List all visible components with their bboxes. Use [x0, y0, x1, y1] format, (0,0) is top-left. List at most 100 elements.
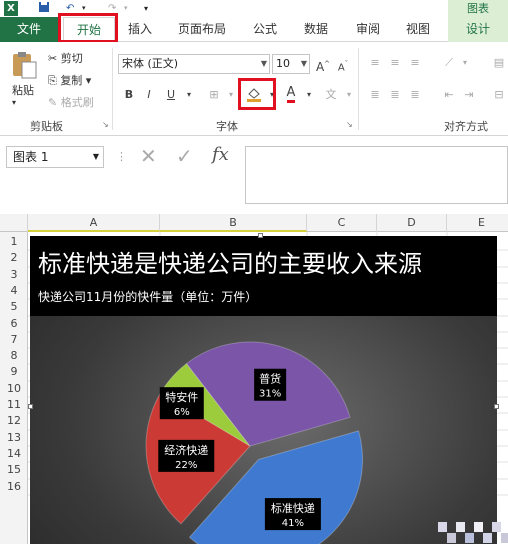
- tab-home[interactable]: 开始: [63, 17, 115, 42]
- row-header[interactable]: 14: [0, 446, 28, 462]
- undo-icon[interactable]: ↶: [66, 1, 78, 16]
- align-middle-icon[interactable]: ≡: [386, 54, 404, 72]
- name-box[interactable]: 图表 1 ▼: [6, 146, 104, 168]
- tab-review[interactable]: 审阅: [348, 17, 388, 42]
- undo-dropdown-icon[interactable]: ▾: [82, 1, 90, 16]
- phonetic-dropdown-icon[interactable]: ▾: [340, 86, 358, 104]
- chevron-down-icon: ▼: [92, 152, 99, 161]
- pie-chart[interactable]: 标准快递是快递公司的主要收入来源 快递公司11月份的快件量（单位：万件） 标准快…: [30, 236, 497, 544]
- resize-handle[interactable]: [28, 404, 33, 409]
- ribbon: 粘贴 ▾ ✂ 剪切 ⎘ 复制 ▾ ✎ 格式刷 剪贴板 ↘ 宋体 (正文) ▼ 10…: [0, 42, 508, 136]
- row-header[interactable]: 15: [0, 462, 28, 478]
- select-all-button[interactable]: [0, 214, 28, 232]
- cancel-icon[interactable]: ✕: [140, 144, 157, 168]
- orientation-dropdown-icon[interactable]: ▾: [456, 54, 474, 72]
- font-launcher-icon[interactable]: ↘: [346, 120, 353, 129]
- data-label-category: 经济快递: [164, 443, 208, 457]
- increase-font-size-icon[interactable]: A^: [314, 55, 332, 74]
- artifact-block: [483, 533, 492, 543]
- column-header[interactable]: B: [160, 214, 307, 232]
- tab-file[interactable]: 文件: [0, 17, 58, 42]
- paste-button[interactable]: 粘贴: [12, 82, 34, 98]
- column-header[interactable]: C: [307, 214, 377, 232]
- format-painter-button[interactable]: ✎ 格式刷: [48, 94, 94, 110]
- align-bottom-icon[interactable]: ≡: [406, 54, 424, 72]
- redo-dropdown-icon[interactable]: ▾: [124, 1, 132, 16]
- tab-view[interactable]: 视图: [398, 17, 438, 42]
- row-header[interactable]: 16: [0, 479, 28, 495]
- bold-button[interactable]: B: [120, 86, 138, 104]
- paste-dropdown-icon[interactable]: ▾: [12, 98, 16, 107]
- italic-button[interactable]: I: [140, 86, 158, 104]
- column-header[interactable]: A: [28, 214, 160, 232]
- formula-input[interactable]: [245, 146, 508, 204]
- chevron-down-icon: ▼: [260, 59, 267, 68]
- insert-function-button[interactable]: fx: [212, 144, 229, 165]
- font-color-dropdown-icon[interactable]: ▾: [300, 86, 318, 104]
- column-header[interactable]: D: [377, 214, 447, 232]
- row-header[interactable]: 4: [0, 283, 28, 299]
- font-size-dropdown[interactable]: 10 ▼: [272, 54, 310, 74]
- data-label[interactable]: 经济快递 22%: [158, 439, 215, 472]
- artifact-block: [456, 522, 465, 532]
- tab-chart-design[interactable]: 设计: [448, 17, 508, 42]
- align-right-icon[interactable]: ≣: [406, 86, 424, 104]
- brush-icon: ✎: [48, 96, 58, 109]
- data-label[interactable]: 特安件 6%: [159, 387, 204, 420]
- align-center-icon[interactable]: ≣: [386, 86, 404, 104]
- resize-handle[interactable]: [258, 233, 263, 238]
- format-painter-label: 格式刷: [60, 96, 94, 109]
- cut-button[interactable]: ✂ 剪切: [48, 50, 83, 66]
- font-size-value: 10: [276, 57, 290, 70]
- redo-icon[interactable]: ↷: [108, 1, 120, 16]
- row-header[interactable]: 5: [0, 299, 28, 315]
- clipboard-launcher-icon[interactable]: ↘: [102, 120, 109, 129]
- row-header[interactable]: 9: [0, 364, 28, 380]
- pie-plot-area[interactable]: 标准快递 41% 经济快递 22% 特安件 6% 普货 31%: [30, 236, 497, 544]
- formula-bar: 图表 1 ▼ ⋮ ✕ ✓ fx: [0, 136, 508, 206]
- phonetic-icon[interactable]: 文: [322, 86, 340, 104]
- tab-formulas[interactable]: 公式: [245, 17, 285, 42]
- clipboard-group-label: 剪贴板: [30, 120, 63, 133]
- underline-dropdown-icon[interactable]: ▾: [180, 86, 198, 104]
- separator: [112, 48, 113, 130]
- data-label-percent: 22%: [175, 460, 197, 471]
- fill-color-dropdown-icon[interactable]: ▾: [263, 86, 281, 104]
- underline-button[interactable]: U: [162, 86, 180, 104]
- tab-insert[interactable]: 插入: [120, 17, 160, 42]
- decrease-font-size-icon[interactable]: Aˇ: [334, 55, 352, 73]
- enter-icon[interactable]: ✓: [176, 144, 193, 168]
- row-header[interactable]: 8: [0, 348, 28, 364]
- tab-data[interactable]: 数据: [296, 17, 336, 42]
- customize-toolbar-icon[interactable]: ▾: [144, 1, 154, 16]
- font-name-dropdown[interactable]: 宋体 (正文) ▼: [118, 54, 270, 74]
- fill-color-icon[interactable]: [245, 85, 263, 103]
- font-color-icon[interactable]: A: [282, 84, 300, 103]
- row-header[interactable]: 10: [0, 381, 28, 397]
- row-header[interactable]: 12: [0, 413, 28, 429]
- align-left-icon[interactable]: ≣: [366, 86, 384, 104]
- align-top-icon[interactable]: ≡: [366, 54, 384, 72]
- copy-icon: ⎘: [48, 74, 57, 87]
- row-header[interactable]: 1: [0, 234, 28, 250]
- row-header[interactable]: 11: [0, 397, 28, 413]
- resize-handle[interactable]: [494, 404, 499, 409]
- borders-dropdown-icon[interactable]: ▾: [222, 86, 240, 104]
- borders-icon[interactable]: ⊞: [205, 86, 223, 104]
- data-label[interactable]: 普货 31%: [254, 368, 287, 401]
- merge-cells-icon[interactable]: ⊟: [490, 86, 508, 104]
- copy-button[interactable]: ⎘ 复制 ▾: [48, 72, 91, 88]
- decrease-indent-icon[interactable]: ⇤: [440, 86, 458, 104]
- row-header[interactable]: 3: [0, 267, 28, 283]
- row-header[interactable]: 13: [0, 430, 28, 446]
- row-header[interactable]: 2: [0, 250, 28, 266]
- column-header[interactable]: E: [447, 214, 508, 232]
- row-header[interactable]: 7: [0, 332, 28, 348]
- wrap-text-icon[interactable]: ▤: [490, 54, 508, 72]
- increase-indent-icon[interactable]: ⇥: [460, 86, 478, 104]
- data-label[interactable]: 标准快递 41%: [264, 498, 321, 531]
- row-header[interactable]: 6: [0, 316, 28, 332]
- paste-icon[interactable]: [10, 50, 38, 80]
- save-icon[interactable]: [38, 1, 52, 16]
- tab-page-layout[interactable]: 页面布局: [170, 17, 234, 42]
